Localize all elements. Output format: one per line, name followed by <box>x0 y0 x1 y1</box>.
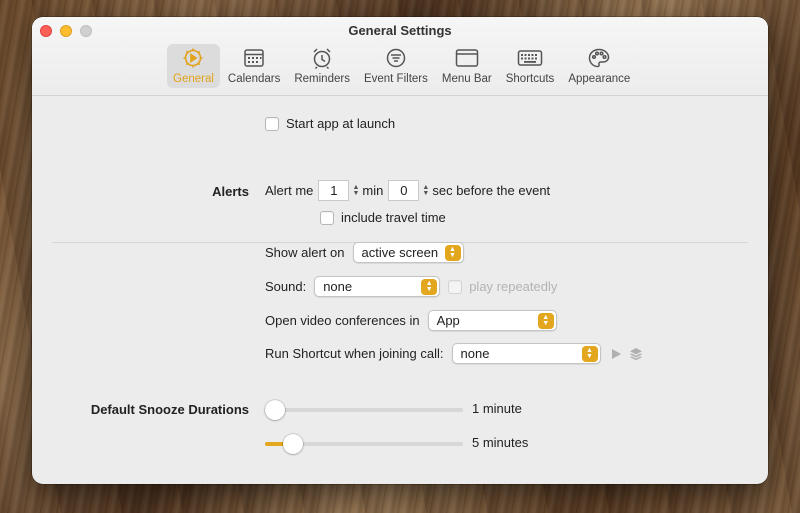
window-title: General Settings <box>348 23 452 38</box>
start-at-launch-row: Start app at launch <box>265 116 395 131</box>
tab-calendars[interactable]: Calendars <box>222 44 286 88</box>
alert-seconds-stepper[interactable]: ▲ ▼ <box>421 182 430 200</box>
run-shortcut-value: none <box>460 346 490 361</box>
start-at-launch-label: Start app at launch <box>286 116 396 131</box>
tab-event-filters[interactable]: Event Filters <box>358 44 434 88</box>
sound-row: Sound: none ▲ ▼ play repeatedly <box>265 276 557 297</box>
tab-general-label: General <box>173 73 214 85</box>
tab-reminders-label: Reminders <box>294 73 350 85</box>
alert-me-row: Alert me 1 ▲ ▼ min 0 ▲ ▼ sec before the ev… <box>265 180 550 201</box>
snooze-slider-2-value: 5 minutes <box>472 435 529 450</box>
snooze-section-label: Default Snooze Durations <box>90 402 249 417</box>
alert-seconds-field[interactable]: 0 <box>388 180 420 201</box>
run-shortcut-row: Run Shortcut when joining call: none ▲ ▼ <box>265 343 643 364</box>
tab-calendars-label: Calendars <box>227 73 281 85</box>
sound-label: Sound: <box>265 279 307 294</box>
alerts-section-label: Alerts <box>212 184 249 199</box>
travel-time-label: include travel time <box>341 210 446 225</box>
gear-icon <box>183 48 203 68</box>
snooze-slider-1[interactable] <box>265 400 463 420</box>
show-alert-on-popup[interactable]: active screen ▲ ▼ <box>352 242 464 263</box>
alert-minutes-unit: min <box>362 183 384 198</box>
play-repeatedly-checkbox[interactable] <box>448 279 463 294</box>
show-alert-on-row: Show alert on active screen ▲ ▼ <box>265 242 464 263</box>
play-repeatedly-label: play repeatedly <box>469 279 558 294</box>
title-bar: General Settings General Calendars Remin… <box>32 17 768 96</box>
alert-minutes-stepper[interactable]: ▲ ▼ <box>351 182 360 200</box>
calendar-icon <box>244 49 264 67</box>
show-alert-on-label: Show alert on <box>265 245 345 260</box>
snooze-slider-1-value-row: 1 minute <box>472 401 522 416</box>
tab-menu-bar[interactable]: Menu Bar <box>436 44 498 88</box>
tab-shortcuts-label: Shortcuts <box>505 73 555 85</box>
show-alert-on-value: active screen <box>361 245 439 260</box>
open-video-value: App <box>436 313 460 328</box>
open-video-row: Open video conferences in App ▲ ▼ <box>265 310 557 331</box>
chevron-up-down-icon: ▲ ▼ <box>421 278 438 295</box>
keyboard-icon <box>517 50 543 66</box>
sound-popup[interactable]: none ▲ ▼ <box>314 276 441 297</box>
alert-minutes-field[interactable]: 1 <box>318 180 350 201</box>
tab-event-filters-label: Event Filters <box>363 73 428 85</box>
start-at-launch-checkbox[interactable] <box>265 116 279 131</box>
alert-me-label: Alert me <box>265 183 314 198</box>
snooze-slider-2-value-row: 5 minutes <box>472 435 528 450</box>
filter-icon <box>386 48 406 68</box>
chevron-up-down-icon: ▲ ▼ <box>581 345 598 362</box>
chevron-up-down-icon: ▲ ▼ <box>537 312 554 329</box>
palette-icon <box>589 48 610 68</box>
open-video-label: Open video conferences in <box>265 313 420 328</box>
alert-seconds-unit: sec before the event <box>432 183 551 198</box>
tab-appearance[interactable]: Appearance <box>562 44 636 88</box>
run-shortcut-popup[interactable]: none ▲ ▼ <box>451 343 601 364</box>
run-shortcut-label: Run Shortcut when joining call: <box>265 346 444 361</box>
travel-time-checkbox[interactable] <box>320 210 334 225</box>
window-icon <box>455 49 479 67</box>
tab-reminders[interactable]: Reminders <box>288 44 356 88</box>
shortcuts-layers-icon[interactable] <box>629 347 643 361</box>
travel-time-row: include travel time <box>320 210 446 225</box>
open-video-popup[interactable]: App ▲ ▼ <box>427 310 557 331</box>
sound-value: none <box>323 279 353 294</box>
tab-appearance-label: Appearance <box>568 73 631 85</box>
snooze-slider-2-knob[interactable] <box>283 434 303 454</box>
alarm-clock-icon <box>313 48 331 69</box>
tab-shortcuts[interactable]: Shortcuts <box>500 44 561 88</box>
tab-general[interactable]: General <box>167 44 220 88</box>
settings-toolbar: General Calendars Reminders Event Filter… <box>167 44 638 88</box>
settings-window: General Settings General Calendars Remin… <box>32 17 768 484</box>
snooze-slider-2[interactable] <box>265 434 463 454</box>
tab-menu-bar-label: Menu Bar <box>441 73 492 85</box>
chevron-up-down-icon: ▲ ▼ <box>444 244 461 261</box>
snooze-slider-1-knob[interactable] <box>265 400 285 420</box>
snooze-slider-1-value: 1 minute <box>472 401 522 416</box>
play-icon[interactable] <box>609 347 623 361</box>
